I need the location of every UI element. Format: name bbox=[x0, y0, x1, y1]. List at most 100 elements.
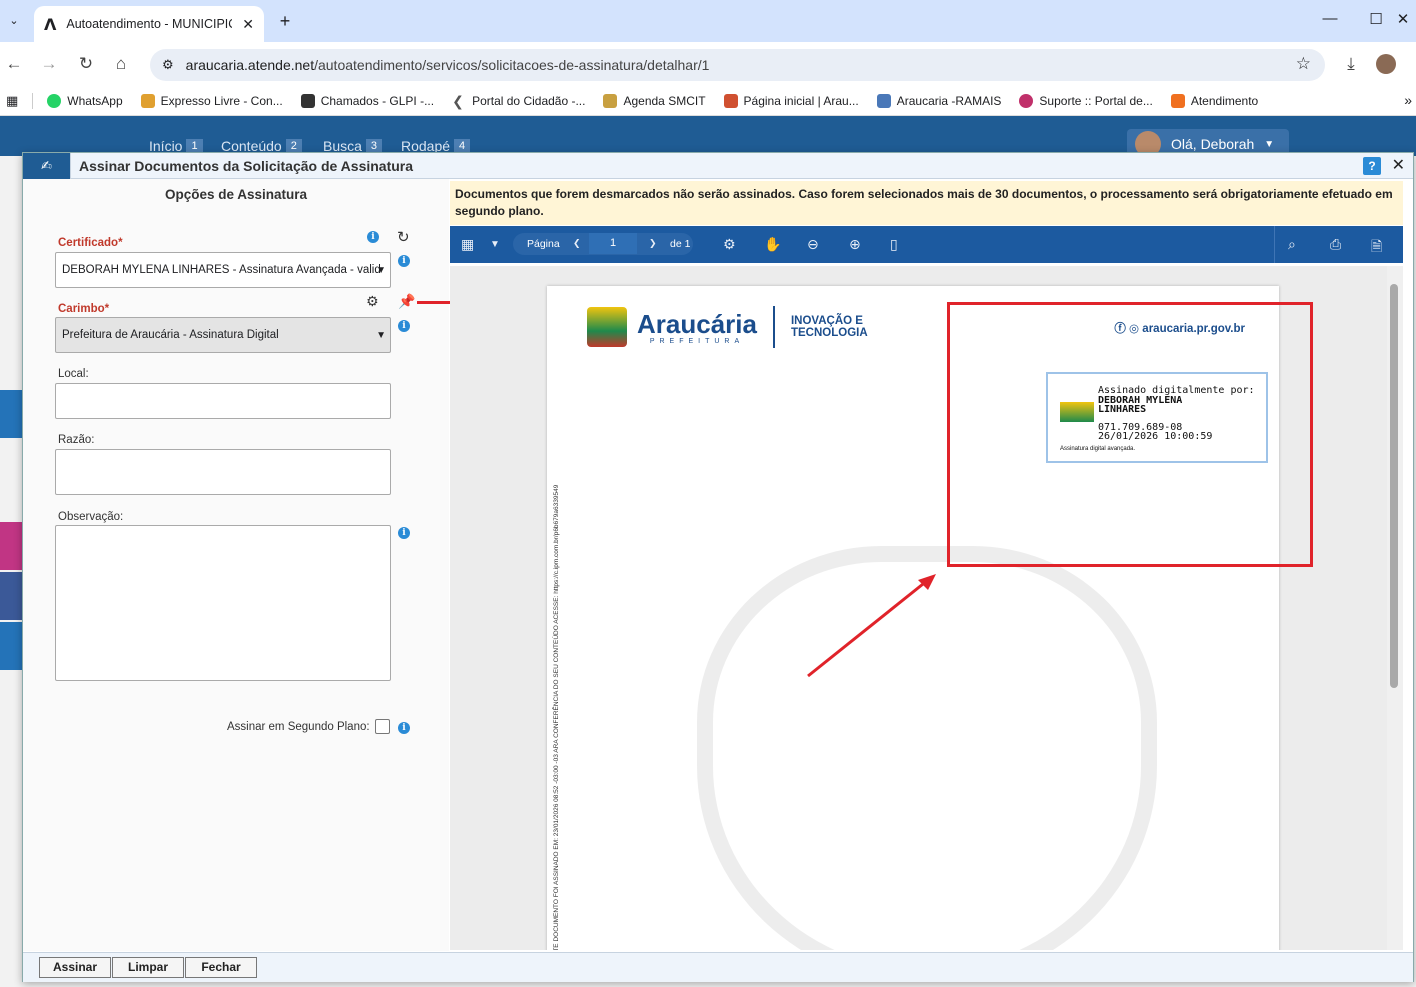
cookie-icon[interactable] bbox=[0, 622, 22, 670]
reload-icon[interactable]: ↻ bbox=[75, 53, 97, 75]
chevron-down-icon[interactable]: ▼ bbox=[490, 239, 500, 250]
facebook-icon[interactable] bbox=[0, 572, 22, 620]
tech-label: INOVAÇÃO E TECNOLOGIA bbox=[790, 315, 868, 339]
forward-icon[interactable]: → bbox=[38, 53, 60, 75]
bookmark-favicon-icon bbox=[603, 93, 618, 108]
info-icon[interactable]: i bbox=[367, 231, 379, 243]
address-bar[interactable]: ⚙ araucaria.atende.net/autoatendimento/s… bbox=[150, 49, 1325, 81]
annotation-arrow bbox=[417, 301, 451, 304]
bookmark-item[interactable]: Agenda SMCIT bbox=[603, 93, 706, 108]
site-header: Início 1 Conteúdo 2 Busca 3 Rodapé 4 Olá, De… bbox=[0, 116, 1416, 159]
prefeitura-logo: Araucária PREFEITURA INOVAÇÃO E TECNOLOG… bbox=[587, 306, 868, 348]
bookmark-item[interactable]: Araucaria -RAMAIS bbox=[876, 93, 1001, 108]
bookmark-item[interactable]: Expresso Livre - Con... bbox=[140, 93, 283, 108]
carimbo-label: Carimbo* bbox=[58, 303, 110, 315]
minimize-icon[interactable]: — bbox=[1315, 10, 1345, 27]
fechar-button[interactable]: Fechar bbox=[185, 957, 257, 978]
carimbo-select[interactable]: Prefeitura de Araucária - Assinatura Dig… bbox=[55, 317, 391, 353]
bookmark-separator bbox=[32, 92, 34, 109]
razao-label: Razão: bbox=[58, 434, 95, 446]
modal-close-button[interactable]: ✕ bbox=[1392, 155, 1405, 175]
limpar-button[interactable]: Limpar bbox=[112, 957, 184, 978]
site-info-icon[interactable]: ⚙ bbox=[162, 57, 174, 73]
bookmark-star-icon[interactable]: ☆ bbox=[1296, 54, 1311, 74]
browser-toolbar: ← → ↻ ⌂ ⚙ araucaria.atende.net/autoatend… bbox=[0, 42, 1416, 86]
page-label: Página bbox=[527, 238, 560, 250]
observacao-textarea[interactable] bbox=[55, 525, 391, 681]
download-icon[interactable]: ⤓ bbox=[1340, 53, 1362, 75]
search-icon[interactable]: ⌕ bbox=[1288, 236, 1296, 253]
prev-page-icon[interactable]: ❮ bbox=[573, 238, 581, 249]
sign-documents-modal: ✍ Assinar Documentos da Solicitação de A… bbox=[22, 152, 1414, 982]
info-icon[interactable]: i bbox=[398, 320, 410, 332]
bookmark-item[interactable]: Atendimento bbox=[1170, 93, 1258, 108]
accessibility-icon[interactable] bbox=[0, 390, 22, 438]
instagram-icon[interactable] bbox=[0, 522, 22, 570]
tab-title: Autoatendimento - MUNICIPIO bbox=[66, 17, 233, 31]
tab-close-icon[interactable]: ✕ bbox=[242, 16, 254, 33]
annotation-arrow bbox=[807, 574, 936, 678]
back-icon[interactable]: ← bbox=[3, 53, 25, 75]
thumbnails-icon[interactable]: ▦ bbox=[461, 236, 474, 253]
toolbar-divider bbox=[1274, 226, 1275, 263]
bookmark-favicon-icon bbox=[140, 93, 155, 108]
site-favicon-icon: Λ bbox=[44, 14, 57, 34]
pdf-viewer-toolbar: ▦ ▼ Página ❮ 1 ❯ de 1 ⚙ ✋ ⊖ ⊕ ▯ ⌕ ⎙ 🗎 bbox=[450, 226, 1403, 263]
more-bookmarks-icon[interactable]: » bbox=[1404, 92, 1412, 108]
info-icon[interactable]: i bbox=[398, 255, 410, 267]
home-icon[interactable]: ⌂ bbox=[110, 53, 132, 75]
page-total: de 1 bbox=[670, 238, 691, 250]
info-icon[interactable]: i bbox=[398, 527, 410, 539]
signature-options-panel: Opções de Assinatura Certificado* i ↻ DE… bbox=[23, 179, 451, 951]
document-properties-icon[interactable]: 🗎 bbox=[1371, 236, 1382, 260]
hand-tool-icon[interactable]: ✋ bbox=[764, 236, 781, 253]
refresh-icon[interactable]: ↻ bbox=[397, 228, 410, 246]
help-button[interactable]: ? bbox=[1363, 157, 1381, 175]
bookmark-item[interactable]: Página inicial | Arau... bbox=[723, 93, 859, 108]
local-input[interactable] bbox=[55, 383, 391, 419]
chevron-down-icon: ▼ bbox=[376, 265, 386, 276]
maximize-icon[interactable]: ☐ bbox=[1361, 10, 1391, 28]
observacao-label: Observação: bbox=[58, 511, 124, 523]
apps-grid-icon[interactable]: ▦ bbox=[6, 93, 18, 109]
scrollbar-thumb[interactable] bbox=[1390, 284, 1398, 688]
print-icon[interactable]: ⎙ bbox=[1330, 236, 1341, 253]
url-text: araucaria.atende.net/autoatendimento/ser… bbox=[185, 57, 710, 73]
bookmark-favicon-icon bbox=[723, 93, 738, 108]
bookmark-item[interactable]: WhatsApp bbox=[47, 93, 123, 108]
page-number-input[interactable]: 1 bbox=[589, 233, 637, 254]
fit-page-icon[interactable]: ▯ bbox=[890, 236, 898, 253]
notice-banner: Documentos que forem desmarcados não ser… bbox=[450, 181, 1403, 225]
window-close-icon[interactable]: ✕ bbox=[1392, 10, 1414, 28]
viewer-scrollbar[interactable] bbox=[1387, 266, 1403, 950]
profile-avatar[interactable] bbox=[1376, 54, 1396, 74]
chevron-down-icon: ▼ bbox=[1264, 138, 1275, 150]
bookmark-item[interactable]: ❮ Portal do Cidadão -... bbox=[452, 93, 585, 108]
tab-search-icon[interactable]: ⌄ bbox=[2, 8, 26, 32]
whatsapp-icon bbox=[47, 93, 62, 108]
bookmark-favicon-icon bbox=[1019, 93, 1034, 108]
chevron-down-icon: ▼ bbox=[376, 330, 386, 341]
options-title: Opções de Assinatura bbox=[164, 187, 308, 202]
next-page-icon[interactable]: ❯ bbox=[649, 238, 657, 249]
pin-icon[interactable]: 📌 bbox=[398, 293, 415, 310]
new-tab-icon[interactable]: + bbox=[274, 10, 296, 32]
zoom-in-icon[interactable]: ⊕ bbox=[849, 236, 861, 253]
signature-pen-icon: ✍ bbox=[23, 152, 71, 179]
gear-icon[interactable]: ⚙ bbox=[366, 293, 379, 310]
info-icon[interactable]: i bbox=[398, 722, 410, 734]
segundo-plano-checkbox[interactable] bbox=[375, 719, 390, 734]
verification-side-text: STE DOCUMENTO FOI ASSINADO EM: 23/01/202… bbox=[553, 484, 560, 950]
settings-icon[interactable]: ⚙ bbox=[723, 236, 736, 253]
certificado-select[interactable]: DEBORAH MYLENA LINHARES - Assinatura Ava… bbox=[55, 252, 391, 288]
browser-tab-strip: ⌄ Λ Autoatendimento - MUNICIPIO ✕ + — ☐ … bbox=[0, 0, 1416, 42]
logo-divider bbox=[772, 306, 775, 348]
modal-header: ✍ Assinar Documentos da Solicitação de A… bbox=[23, 152, 1413, 179]
bookmark-item[interactable]: Chamados - GLPI -... bbox=[300, 93, 434, 108]
browser-tab[interactable]: Λ Autoatendimento - MUNICIPIO ✕ bbox=[34, 6, 264, 42]
assinar-button[interactable]: Assinar bbox=[39, 957, 111, 978]
bookmark-item[interactable]: Suporte :: Portal de... bbox=[1019, 93, 1153, 108]
razao-textarea[interactable] bbox=[55, 449, 391, 495]
segundo-plano-label: Assinar em Segundo Plano: bbox=[227, 721, 370, 733]
zoom-out-icon[interactable]: ⊖ bbox=[807, 236, 819, 253]
